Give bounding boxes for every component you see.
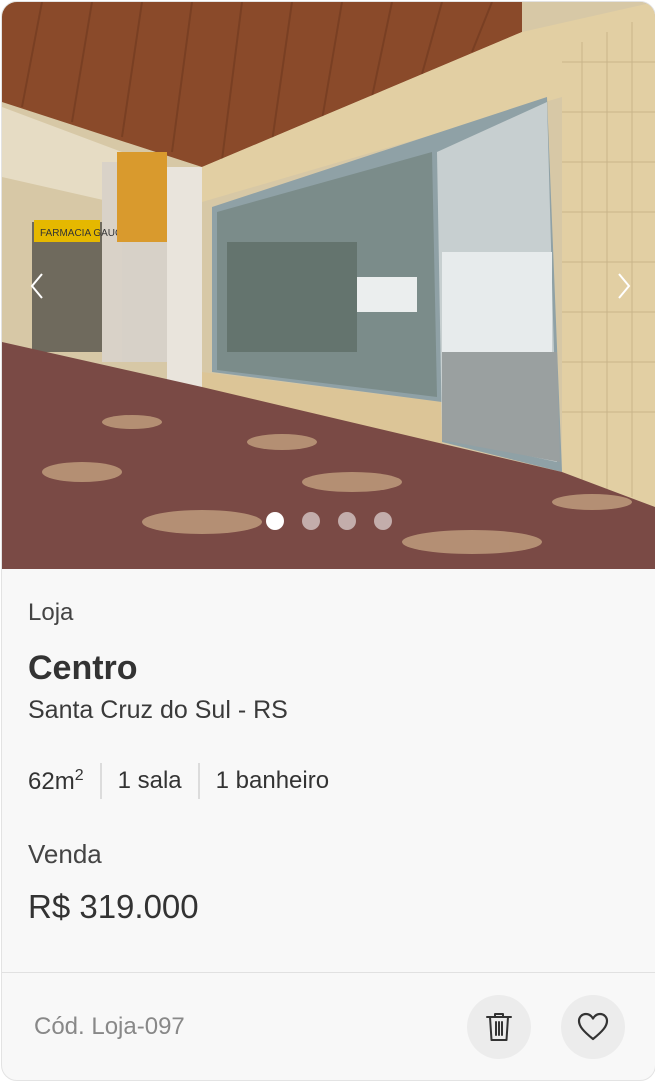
listing-info: Loja Centro Santa Cruz do Sul - RS 62m2 … (2, 569, 655, 1001)
carousel-dot-3[interactable] (337, 512, 356, 530)
deal-type: Venda (28, 839, 102, 869)
next-image-button[interactable] (609, 264, 639, 308)
trash-icon (486, 1012, 512, 1041)
chevron-left-icon (30, 273, 43, 299)
neighborhood-title: Centro (28, 649, 138, 687)
price: R$ 319.000 (28, 888, 199, 925)
card-footer: Cód. Loja-097 (2, 972, 655, 1080)
listing-code: Cód. Loja-097 (34, 1012, 185, 1040)
heart-icon (577, 1012, 609, 1040)
listing-photo: FARMACIA GAUCHA (2, 2, 655, 569)
area-feature: 62m2 (28, 767, 84, 796)
carousel-dot-1[interactable] (265, 512, 284, 530)
rooms-feature: 1 sala (117, 767, 182, 794)
delete-button[interactable] (467, 994, 531, 1059)
chevron-right-icon (618, 273, 631, 299)
feature-divider (197, 763, 200, 799)
area-unit-sup: 2 (74, 766, 84, 784)
city-label: Santa Cruz do Sul - RS (28, 696, 288, 724)
carousel-dots (2, 512, 655, 530)
features-row: 62m2 1 sala 1 banheiro (28, 763, 629, 799)
carousel-dot-4[interactable] (373, 512, 392, 530)
listing-photo-carousel[interactable]: FARMACIA GAUCHA (2, 2, 655, 569)
prev-image-button[interactable] (22, 264, 52, 308)
area-value: 62m (28, 767, 75, 795)
carousel-dot-2[interactable] (301, 512, 320, 530)
bathrooms-feature: 1 banheiro (215, 767, 330, 794)
feature-divider (99, 763, 102, 799)
favorite-button[interactable] (561, 994, 625, 1059)
listing-card[interactable]: FARMACIA GAUCHA Loja Centro Santa Cruz d… (1, 1, 655, 1081)
property-type: Loja (28, 599, 74, 626)
